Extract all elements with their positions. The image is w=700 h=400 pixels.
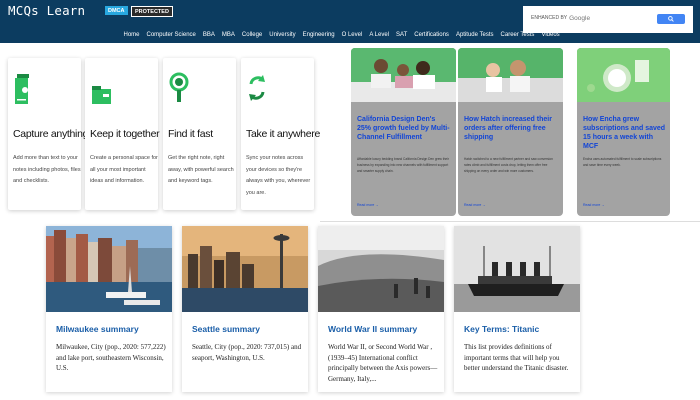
- ad-image: [577, 48, 670, 102]
- nav-college[interactable]: College: [238, 32, 265, 38]
- ad-image: [351, 48, 456, 102]
- ad-title: How Encha grew subscriptions and saved 1…: [583, 116, 666, 150]
- feature-desc: Get the right note, right away, with pow…: [168, 155, 234, 184]
- search-icon: [668, 16, 674, 22]
- article-title[interactable]: Milwaukee summary: [56, 324, 139, 334]
- article-card-milwaukee[interactable]: Milwaukee summary Milwaukee, City (pop.,…: [46, 226, 172, 392]
- article-image: [46, 226, 172, 312]
- feature-card-find[interactable]: Find it fast Get the right note, right a…: [163, 58, 236, 210]
- ad-title: California Design Den's 25% growth fuele…: [357, 116, 450, 141]
- article-card-titanic[interactable]: Key Terms: Titanic This list provides de…: [454, 226, 580, 392]
- nav-a-level[interactable]: A Level: [366, 32, 393, 38]
- nav-certifications[interactable]: Certifications: [411, 32, 453, 38]
- main-nav: Home Computer Science BBA MBA College Un…: [120, 32, 563, 38]
- ad-card-encha[interactable]: How Encha grew subscriptions and saved 1…: [577, 48, 670, 216]
- article-desc: World War II, or Second World War , (193…: [328, 343, 438, 383]
- feature-desc: Create a personal space for all your mos…: [90, 155, 158, 184]
- protected-badge[interactable]: PROTECTED: [131, 6, 173, 17]
- feature-card-together[interactable]: Keep it together Create a personal space…: [85, 58, 160, 210]
- ad-read-more-link[interactable]: Read more →: [583, 203, 605, 207]
- nav-home[interactable]: Home: [120, 32, 143, 38]
- ad-image: [458, 48, 563, 102]
- feature-title: Take it anywhere: [246, 128, 320, 140]
- article-card-seattle[interactable]: Seattle summary Seattle, City (pop., 202…: [182, 226, 308, 392]
- enhanced-by-label: ENHANCED BY: [531, 15, 568, 21]
- note-icon: [15, 74, 29, 104]
- ad-card-hatch[interactable]: How Hatch increased their orders after o…: [458, 48, 563, 216]
- google-label: Google: [569, 14, 591, 22]
- feature-desc: Add more than text to your notes includi…: [13, 155, 81, 184]
- nav-videos[interactable]: Videos: [538, 32, 563, 38]
- ad-title: How Hatch increased their orders after o…: [464, 116, 552, 141]
- ad-read-more-link[interactable]: Read more →: [357, 203, 379, 207]
- search-input[interactable]: ENHANCED BY Google: [531, 13, 646, 23]
- search-button[interactable]: [657, 14, 685, 24]
- feature-desc: Sync your notes across your devices so t…: [246, 155, 311, 196]
- ad-read-more-link[interactable]: Read more →: [464, 203, 486, 207]
- article-title[interactable]: Key Terms: Titanic: [464, 324, 539, 334]
- feature-title: Find it fast: [168, 128, 213, 140]
- nav-aptitude-tests[interactable]: Aptitude Tests: [452, 32, 497, 38]
- article-image: [318, 226, 444, 312]
- feature-title: Capture anything: [13, 128, 89, 140]
- article-title[interactable]: Seattle summary: [192, 324, 260, 334]
- feature-title: Keep it together: [90, 128, 160, 140]
- article-desc: This list provides definitions of import…: [464, 343, 569, 372]
- ad-body: Encha uses automated fulfillment to scal…: [583, 157, 662, 167]
- article-desc: Seattle, City (pop., 2020: 737,015) and …: [192, 343, 302, 362]
- nav-engineering[interactable]: Engineering: [299, 32, 338, 38]
- ad-body: Hatch switched to a new fulfillment part…: [464, 157, 553, 173]
- search-box: ENHANCED BY Google: [523, 6, 693, 33]
- nav-career-tests[interactable]: Career Tests: [497, 32, 538, 38]
- nav-bba[interactable]: BBA: [199, 32, 218, 38]
- nav-sat[interactable]: SAT: [393, 32, 411, 38]
- site-logo[interactable]: MCQs Learn: [8, 3, 85, 18]
- notebook-icon: [92, 86, 111, 104]
- sync-icon: [249, 75, 265, 101]
- feature-card-anywhere[interactable]: Take it anywhere Sync your notes across …: [241, 58, 320, 210]
- article-title[interactable]: World War II summary: [328, 324, 417, 334]
- dmca-badge[interactable]: DMCA: [105, 6, 128, 15]
- ad-panel: California Design Den's 25% growth fuele…: [320, 45, 700, 222]
- nav-o-level[interactable]: O Level: [338, 32, 366, 38]
- search-magnifier-icon: [169, 72, 189, 102]
- feature-card-capture[interactable]: Capture anything Add more than text to y…: [8, 58, 88, 210]
- article-desc: Milwaukee, City (pop., 2020: 577,222) an…: [56, 343, 166, 372]
- ad-body: Affordable luxury bedding brand Californ…: [357, 157, 449, 173]
- nav-computer-science[interactable]: Computer Science: [143, 32, 199, 38]
- nav-university[interactable]: University: [266, 32, 299, 38]
- ad-card-california[interactable]: California Design Den's 25% growth fuele…: [351, 48, 456, 216]
- site-header: MCQs Learn DMCA PROTECTED ENHANCED BY Go…: [0, 0, 700, 43]
- article-image: [182, 226, 308, 312]
- article-card-world-war-ii[interactable]: World War II summary World War II, or Se…: [318, 226, 444, 392]
- nav-mba[interactable]: MBA: [218, 32, 238, 38]
- article-image: [454, 226, 580, 312]
